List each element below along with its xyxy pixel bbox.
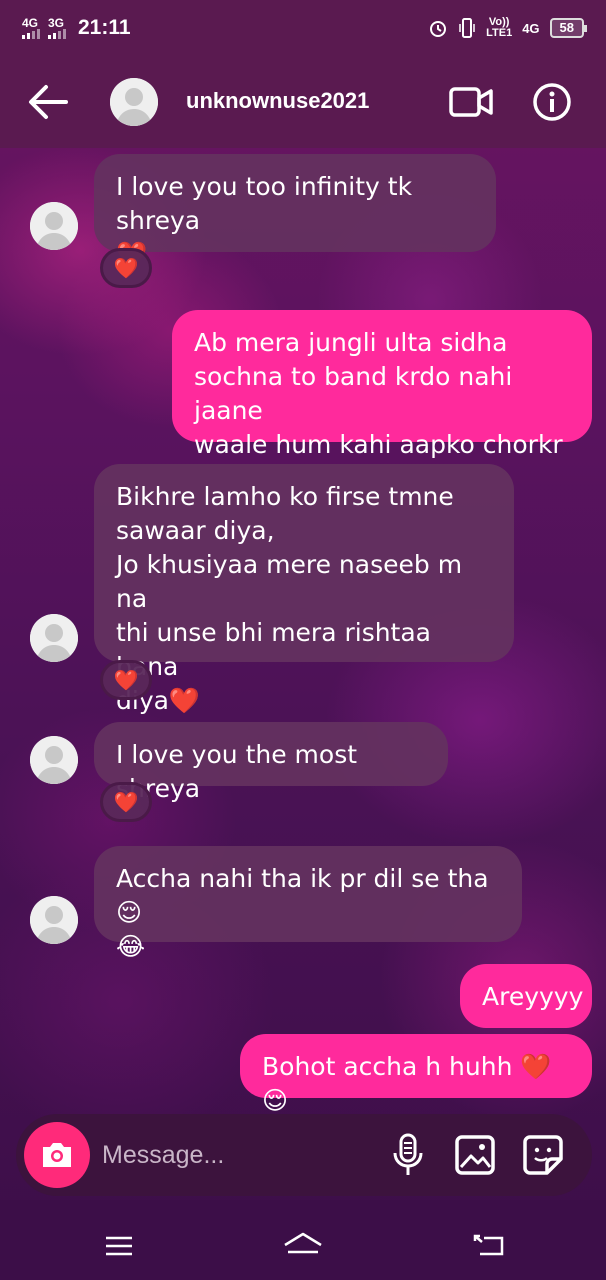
nav-back-icon[interactable] <box>472 1232 504 1258</box>
system-nav-bar <box>0 1200 606 1280</box>
default-avatar-icon <box>30 896 78 944</box>
signal-sim2: 3G <box>48 17 66 39</box>
contact-username[interactable]: unknownuse2021 <box>186 88 369 114</box>
clock: 21:11 <box>78 16 131 39</box>
camera-button[interactable] <box>24 1122 90 1188</box>
message-bubble-outgoing[interactable]: Ab mera jungli ulta sidha sochna to band… <box>172 310 592 459</box>
default-avatar-icon <box>30 614 78 662</box>
default-avatar-icon <box>30 736 78 784</box>
video-call-icon[interactable] <box>448 84 494 120</box>
message-bubble-incoming[interactable]: Accha nahi tha ik pr dil se tha😌 😂 <box>94 846 522 961</box>
camera-icon <box>43 1143 71 1167</box>
signal-sim1: 4G <box>22 17 40 39</box>
menu-icon[interactable] <box>104 1234 134 1258</box>
message-bubble-outgoing[interactable]: Areyyyy <box>460 964 592 1028</box>
volte-indicator: Vo)) LTE1 <box>486 16 513 39</box>
heart-reaction-badge[interactable]: ❤️ <box>100 782 152 822</box>
chat-header: unknownuse2021 <box>0 56 606 148</box>
network-type-1: 4G <box>22 16 39 30</box>
battery-icon: 58 <box>549 18 588 38</box>
message-input[interactable] <box>102 1136 362 1174</box>
default-avatar-icon <box>30 202 78 250</box>
message-composer <box>16 1114 592 1196</box>
network-type-3: 4G <box>522 20 540 36</box>
contact-avatar[interactable] <box>110 78 158 126</box>
sender-avatar[interactable] <box>30 736 78 784</box>
default-avatar-icon <box>110 78 158 126</box>
vibrate-icon <box>459 18 475 38</box>
sticker-icon[interactable] <box>522 1134 564 1176</box>
sender-avatar[interactable] <box>30 896 78 944</box>
sender-avatar[interactable] <box>30 614 78 662</box>
signal-bars-icon <box>48 29 66 39</box>
heart-reaction-badge[interactable]: ❤️ <box>100 248 152 288</box>
microphone-icon[interactable] <box>388 1132 428 1178</box>
status-icons: Vo)) LTE1 4G 58 <box>428 16 588 39</box>
message-bubble-incoming[interactable]: I love you too infinity tk shreya ❤️ <box>94 154 496 269</box>
message-bubble-incoming[interactable]: I love you the most shreya <box>94 722 448 803</box>
message-bubble-incoming[interactable]: Bikhre lamho ko firse tmne sawaar diya, … <box>94 464 514 715</box>
heart-reaction-badge[interactable]: ❤️ <box>100 660 152 700</box>
message-bubble-outgoing[interactable]: Bohot accha h huhh ❤️😌 <box>240 1034 592 1115</box>
home-icon[interactable] <box>282 1230 324 1260</box>
sender-avatar[interactable] <box>30 202 78 250</box>
gallery-icon[interactable] <box>454 1134 496 1176</box>
back-arrow-icon[interactable] <box>26 82 68 122</box>
alarm-icon <box>430 21 447 37</box>
signal-bars-icon <box>22 29 40 39</box>
status-bar: 4G 3G 21:11 Vo)) LTE1 4G 58 <box>0 0 606 56</box>
network-type-2: 3G <box>48 16 65 30</box>
info-icon[interactable] <box>532 82 572 122</box>
